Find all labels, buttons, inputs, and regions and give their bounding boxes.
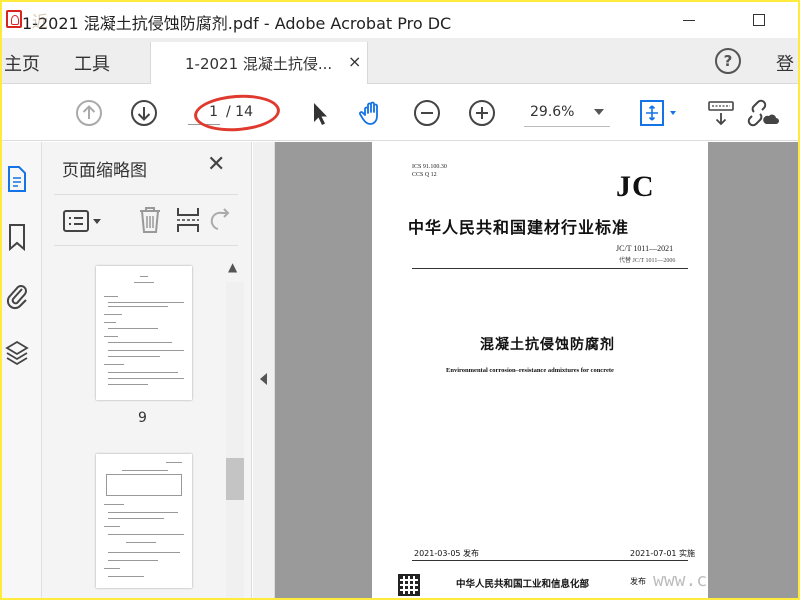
standard-title: 中华人民共和国建材行业标准 — [408, 218, 630, 237]
watermark-logo: 近 — [32, 12, 49, 31]
panel-collapse-bar[interactable] — [253, 142, 275, 598]
scrollbar-thumb[interactable] — [226, 458, 244, 500]
header-rule — [412, 268, 688, 269]
tab-home[interactable]: 主页 — [4, 50, 40, 76]
publisher-mark: JC — [616, 170, 655, 203]
sign-in-button[interactable]: 登 — [776, 50, 794, 76]
maximize-icon — [753, 14, 765, 26]
release-date: 2021-03-05 发布 — [414, 549, 480, 558]
tab-document[interactable]: 1-2021 混凝土抗侵... × — [150, 42, 368, 84]
attachment-icon[interactable] — [4, 280, 30, 310]
help-icon[interactable]: ? — [715, 48, 741, 74]
zoom-dropdown[interactable]: 29.6% — [520, 97, 610, 127]
title-bar: 1-2021 混凝土抗侵蚀防腐剂.pdf - Adobe Acrobat Pro… — [2, 2, 798, 38]
layers-icon[interactable] — [4, 338, 30, 368]
page-number-input[interactable] — [188, 99, 220, 125]
acrobat-app-icon[interactable] — [6, 10, 22, 28]
url-watermark: www.c — [653, 570, 708, 591]
left-tool-rail — [2, 142, 42, 598]
scroll-up-arrow[interactable]: ▲ — [228, 260, 237, 274]
issue-word: 发布 — [630, 577, 646, 586]
zoom-value: 29.6% — [530, 104, 575, 120]
keyboard-icon[interactable] — [706, 98, 736, 128]
ics-code: ICS 91.100.30 — [412, 164, 447, 170]
document-tab-label: 1-2021 混凝土抗侵... — [185, 55, 333, 73]
ccs-code: CCS Q 12 — [412, 172, 437, 178]
close-panel-button[interactable]: ✕ — [207, 152, 225, 177]
thumbnails-panel: 页面缩略图 ✕ ▲ 9 — [42, 142, 252, 598]
page-total-label: / 14 — [226, 104, 253, 120]
footer-rule — [412, 560, 688, 561]
document-title-en: Environmental corrosion–resistance admix… — [446, 367, 614, 374]
page-thumbnails-icon[interactable] — [4, 164, 30, 194]
fit-page-icon[interactable] — [638, 98, 682, 128]
chevron-down-icon — [594, 109, 604, 115]
qr-code — [398, 574, 420, 596]
standard-code: JC/T 1011—2021 — [616, 244, 674, 253]
extract-pages-icon[interactable] — [174, 205, 202, 235]
acrobat-window: 1-2021 混凝土抗侵蚀防腐剂.pdf - Adobe Acrobat Pro… — [2, 2, 798, 598]
options-menu-icon[interactable] — [62, 207, 108, 235]
replaces-note: 代替 JC/T 1011—2006 — [619, 258, 676, 264]
bookmark-icon[interactable] — [4, 222, 30, 252]
thumbnail-scrollbar[interactable] — [226, 282, 244, 598]
implement-date: 2021-07-01 实施 — [630, 549, 696, 558]
document-title-cn: 混凝土抗侵蚀防腐剂 — [480, 337, 615, 353]
page-thumbnail-10[interactable] — [96, 454, 192, 588]
thumbnail-page-label: 9 — [138, 410, 147, 426]
chevron-left-icon — [260, 373, 267, 385]
maximize-button[interactable] — [736, 8, 782, 32]
window-title: 1-2021 混凝土抗侵蚀防腐剂.pdf - Adobe Acrobat Pro… — [22, 14, 452, 33]
hand-tool-icon[interactable] — [357, 98, 387, 128]
pdf-page: ICS 91.100.30 CCS Q 12 JC 中华人民共和国建材行业标准 … — [372, 142, 708, 598]
minimize-button[interactable] — [666, 8, 712, 32]
zoom-out-icon[interactable] — [412, 98, 442, 128]
minimize-icon — [683, 19, 695, 21]
page-navigator: / 14 — [188, 97, 278, 127]
zoom-in-icon[interactable] — [467, 98, 497, 128]
delete-pages-icon[interactable] — [136, 205, 164, 235]
tab-tools[interactable]: 工具 — [74, 50, 110, 76]
main-toolbar: / 14 29.6% — [2, 85, 798, 141]
previous-page-icon[interactable] — [74, 98, 104, 128]
share-link-icon[interactable] — [744, 98, 780, 128]
panel-title: 页面缩略图 — [62, 161, 147, 181]
panel-toolbar — [54, 194, 238, 246]
close-tab-button[interactable]: × — [348, 52, 361, 71]
rotate-icon[interactable] — [210, 207, 234, 233]
document-view[interactable]: ICS 91.100.30 CCS Q 12 JC 中华人民共和国建材行业标准 … — [275, 142, 798, 598]
issuer: 中华人民共和国工业和信息化部 — [456, 579, 590, 590]
page-thumbnail-9[interactable] — [96, 266, 192, 400]
next-page-icon[interactable] — [129, 98, 159, 128]
select-cursor-icon[interactable] — [304, 98, 334, 128]
tab-bar: 主页 工具 1-2021 混凝土抗侵... × ? 登 — [2, 38, 798, 84]
